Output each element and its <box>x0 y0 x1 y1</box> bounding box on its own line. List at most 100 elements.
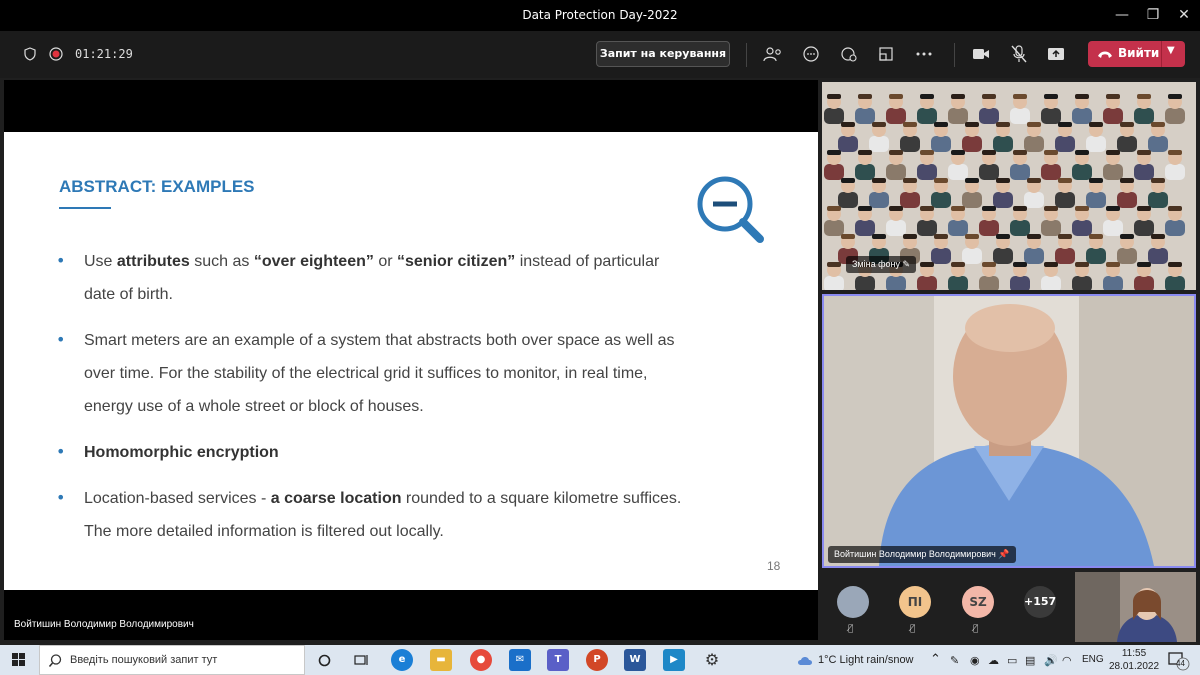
audience-member-body <box>1134 108 1154 124</box>
battery-icon[interactable]: ▭ <box>1007 654 1017 667</box>
self-video[interactable] <box>1075 572 1196 642</box>
audience-member-hair <box>1027 178 1041 183</box>
pin-icon[interactable]: 📌 <box>998 549 1009 559</box>
network-icon[interactable]: ▤ <box>1025 654 1035 667</box>
audience-member-body <box>979 220 999 236</box>
camera-tray-icon[interactable]: ◉ <box>970 654 980 667</box>
mail-icon[interactable]: ✉ <box>509 649 531 671</box>
file-explorer-icon[interactable]: ▬ <box>430 649 452 671</box>
audience-member-hair <box>1168 206 1182 211</box>
wifi-icon[interactable]: ◠ <box>1062 654 1072 667</box>
audience-member-body <box>962 136 982 152</box>
audience-member-hair <box>1013 94 1027 99</box>
audience-member-hair <box>1137 150 1151 155</box>
audience-member-body <box>1041 108 1061 124</box>
mic-muted-icon[interactable] <box>1008 43 1030 65</box>
leave-button[interactable]: Вийти ▼ <box>1088 41 1185 67</box>
audience-member-hair <box>1151 178 1165 183</box>
audience-member-hair <box>903 178 917 183</box>
volume-icon[interactable]: 🔊 <box>1044 654 1058 667</box>
search-icon <box>49 654 62 667</box>
more-icon[interactable] <box>913 43 935 65</box>
edge-icon[interactable]: e <box>391 649 413 671</box>
rooms-icon[interactable] <box>875 43 897 65</box>
chevron-down-icon[interactable]: ▼ <box>1167 45 1175 56</box>
camera-icon[interactable] <box>970 43 992 65</box>
reactions-icon[interactable] <box>838 43 860 65</box>
audience-member-body <box>1117 248 1137 264</box>
chevron-up-icon[interactable]: ⌃ <box>930 651 941 667</box>
audience-member-hair <box>889 94 903 99</box>
audience-member-body <box>931 248 951 264</box>
chat-icon[interactable] <box>800 43 822 65</box>
share-icon[interactable] <box>1045 43 1067 65</box>
audience-member-body <box>948 108 968 124</box>
audience-member-hair <box>1106 150 1120 155</box>
leave-divider <box>1161 41 1162 67</box>
chrome-icon[interactable]: ● <box>470 649 492 671</box>
audience-member-body <box>1134 276 1154 290</box>
audience-member-body <box>1072 276 1092 290</box>
window-title: Data Protection Day-2022 <box>522 8 678 22</box>
audience-member-hair <box>934 178 948 183</box>
cloud-icon[interactable]: ☁ <box>988 654 999 667</box>
audience-member-hair <box>872 122 886 127</box>
audience-member-body <box>1086 248 1106 264</box>
participant-avatar-sz[interactable]: SZ <box>962 586 994 618</box>
audience-member-hair <box>951 206 965 211</box>
settings-gear-icon[interactable]: ⚙ <box>701 649 723 671</box>
audience-member-hair <box>934 234 948 239</box>
audience-member-body <box>1165 220 1185 236</box>
speaker-name-tag: Войтишин Володимир Володимирович 📌 <box>828 546 1016 563</box>
audience-member-hair <box>858 206 872 211</box>
search-placeholder: Введіть пошуковий запит тут <box>70 654 218 666</box>
teams-icon[interactable]: T <box>547 649 569 671</box>
windows-start-icon[interactable] <box>12 653 26 667</box>
audience-member-body <box>869 136 889 152</box>
video-tile-speaker[interactable]: Войтишин Володимир Володимирович 📌 <box>822 294 1196 568</box>
audience-member-body <box>1024 248 1044 264</box>
taskbar-clock[interactable]: 11:55 28.01.2022 <box>1106 647 1162 673</box>
audience-member-body <box>917 164 937 180</box>
audience-member-body <box>1103 108 1123 124</box>
participant-avatar-photo[interactable] <box>837 586 869 618</box>
cortana-icon[interactable] <box>318 654 331 667</box>
audience-member-hair <box>1137 262 1151 267</box>
close-icon[interactable]: ✕ <box>1173 4 1195 26</box>
bullet-attributes: Use attributes such as “over eighteen” o… <box>84 253 660 303</box>
audience-member-hair <box>934 122 948 127</box>
media-player-icon[interactable]: ▶ <box>663 649 685 671</box>
video-tile-room[interactable]: Зміна фону ✎ <box>822 82 1196 290</box>
powerpoint-icon[interactable]: P <box>586 649 608 671</box>
more-participants-button[interactable]: +157 <box>1024 586 1056 618</box>
restore-icon[interactable]: ❐ <box>1142 4 1164 26</box>
audience-member-hair <box>827 94 841 99</box>
taskbar-search[interactable]: Введіть пошуковий запит тут <box>39 645 305 675</box>
audience-member-hair <box>920 262 934 267</box>
audience-member-body <box>1072 220 1092 236</box>
audience-member-hair <box>889 206 903 211</box>
audience-member-body <box>1072 164 1092 180</box>
pen-icon[interactable]: ✎ <box>950 654 959 667</box>
request-control-button[interactable]: Запит на керування <box>596 41 730 67</box>
weather-text[interactable]: 1°C Light rain/snow <box>818 654 914 666</box>
audience-member-hair <box>982 150 996 155</box>
audience-member-body <box>993 136 1013 152</box>
language-indicator[interactable]: ENG <box>1082 654 1104 665</box>
audience-member-body <box>824 220 844 236</box>
audience-member-body <box>1055 192 1075 208</box>
audience-member-hair <box>889 150 903 155</box>
task-view-icon[interactable] <box>354 653 370 667</box>
audience-member-hair <box>1120 122 1134 127</box>
minimize-icon[interactable]: — <box>1111 4 1133 26</box>
audience-member-body <box>917 108 937 124</box>
mic-muted-icon: 🎙̸ <box>848 624 854 634</box>
audience-member-hair <box>1013 206 1027 211</box>
audience-member-hair <box>1089 178 1103 183</box>
bullet-dot: • <box>56 488 66 507</box>
word-icon[interactable]: W <box>624 649 646 671</box>
background-change-tag[interactable]: Зміна фону ✎ <box>846 256 917 273</box>
participants-icon[interactable] <box>762 43 784 65</box>
audience-member-hair <box>996 234 1010 239</box>
participant-avatar-pi[interactable]: ПІ <box>899 586 931 618</box>
